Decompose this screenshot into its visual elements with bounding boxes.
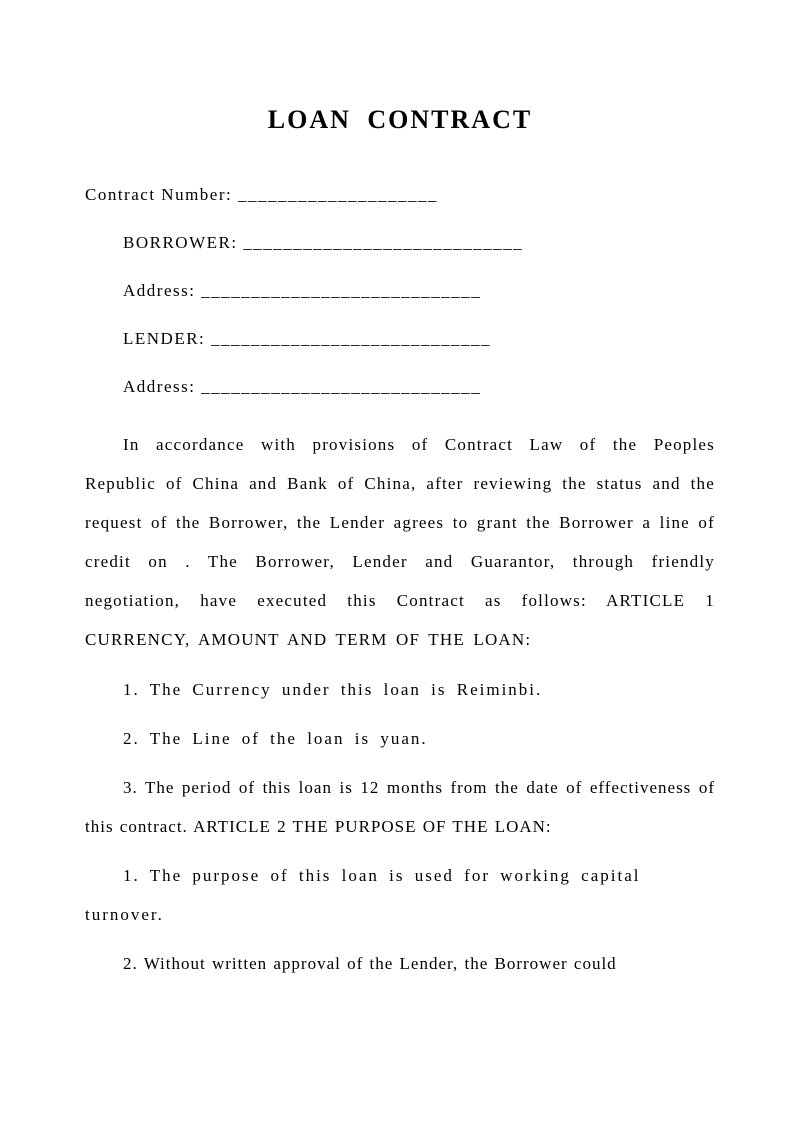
article1-item3: 3. The period of this loan is 12 months … [85, 768, 715, 846]
document-title: LOAN CONTRACT [85, 105, 715, 135]
article2-item1: 1. The purpose of this loan is used for … [85, 856, 715, 934]
intro-paragraph: In accordance with provisions of Contrac… [85, 425, 715, 660]
borrower-address-line: Address: ____________________________ [85, 281, 715, 301]
lender-line: LENDER: ____________________________ [85, 329, 715, 349]
article2-item2: 2. Without written approval of the Lende… [85, 944, 715, 983]
lender-address-line: Address: ____________________________ [85, 377, 715, 397]
contract-number-line: Contract Number: ____________________ [85, 185, 715, 205]
article1-item1: 1. The Currency under this loan is Reimi… [85, 670, 715, 709]
article1-item2: 2. The Line of the loan is yuan. [85, 719, 715, 758]
borrower-line: BORROWER: ____________________________ [85, 233, 715, 253]
